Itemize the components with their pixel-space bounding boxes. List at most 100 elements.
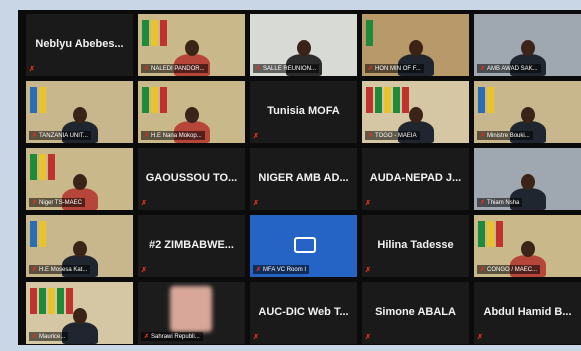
participant-caption: ✗ AMB AWAD SAK... xyxy=(477,64,541,73)
mic-muted-icon: ✗ xyxy=(480,133,486,139)
flag-decoration xyxy=(160,20,167,46)
participant-name: Maurice... xyxy=(39,334,66,340)
participant-tile[interactable]: ✗ HON MIN OF F... xyxy=(362,14,469,76)
participant-name: Simone ABALA xyxy=(375,306,456,318)
flag-decoration xyxy=(39,221,46,247)
mic-muted-icon: ✗ xyxy=(253,133,259,140)
participant-caption: ✗ Sahrawi Republi... xyxy=(141,332,203,341)
participant-caption: ✗ TOGO - MAEIA xyxy=(365,131,420,140)
participant-head xyxy=(73,308,87,324)
participant-caption: ✗ CONGO / MAEC... xyxy=(477,265,541,274)
flag-decoration xyxy=(30,221,37,247)
participant-name: TOGO - MAEIA xyxy=(375,133,417,139)
zoom-logo xyxy=(294,237,316,253)
flag-decoration xyxy=(142,87,149,113)
flag-decoration xyxy=(384,87,391,113)
participant-name: NALEDI PANDOR... xyxy=(151,66,205,72)
mic-muted-icon: ✗ xyxy=(365,267,371,274)
participant-name: SALLE REUNION... xyxy=(263,66,317,72)
participant-tile[interactable]: NIGER AMB AD... ✗ xyxy=(250,148,357,210)
participant-tile[interactable]: ✗ AMB AWAD SAK... xyxy=(474,14,581,76)
participant-tile[interactable]: ✗ Niger TS-MAEC xyxy=(26,148,133,210)
mic-muted-icon: ✗ xyxy=(144,66,150,72)
mic-muted-icon: ✗ xyxy=(253,334,259,341)
participant-caption: ✗ H.E Mosesa Kat... xyxy=(29,265,91,274)
participant-name: GAOUSSOU TO... xyxy=(145,172,238,184)
participant-head xyxy=(297,40,311,56)
participant-tile[interactable]: ✗ NALEDI PANDOR... xyxy=(138,14,245,76)
participant-caption: ✗ Ministre Bouki... xyxy=(477,131,533,140)
participant-tile[interactable]: ✗ Thiam Nsha xyxy=(474,148,581,210)
mic-muted-icon: ✗ xyxy=(141,200,147,207)
participant-head xyxy=(409,40,423,56)
participant-tile[interactable]: Hilina Tadesse ✗ xyxy=(362,215,469,277)
participant-head xyxy=(521,40,535,56)
flag-decoration xyxy=(57,288,64,314)
participant-tile[interactable]: ✗ SALLE REUNION... xyxy=(250,14,357,76)
participant-tile[interactable]: Tunisia MOFA ✗ xyxy=(250,81,357,143)
flag-decoration xyxy=(48,154,55,180)
participant-grid: Neblyu Abebes... ✗ ✗ NALEDI PANDOR... ✗ SALLE… xyxy=(26,14,581,344)
participant-tile[interactable]: GAOUSSOU TO... ✗ xyxy=(138,148,245,210)
flag-decoration xyxy=(366,20,373,46)
flag-decoration xyxy=(48,288,55,314)
participant-name: HON MIN OF F... xyxy=(375,66,421,72)
participant-tile[interactable]: ✗ TANZANIA UNIT... xyxy=(26,81,133,143)
participant-tile[interactable]: ✗ H.E Mosesa Kat... xyxy=(26,215,133,277)
flag-decoration xyxy=(402,87,409,113)
mic-muted-icon: ✗ xyxy=(32,267,38,273)
mic-muted-icon: ✗ xyxy=(256,267,262,273)
participant-tile[interactable]: ✗ Ministre Bouki... xyxy=(474,81,581,143)
participant-name: TANZANIA UNIT... xyxy=(39,133,88,139)
mic-muted-icon: ✗ xyxy=(141,267,147,274)
participant-name: Thiam Nsha xyxy=(487,200,520,206)
participant-name: Ministre Bouki... xyxy=(487,133,530,139)
participant-tile[interactable]: AUDA-NEPAD J... ✗ xyxy=(362,148,469,210)
participant-name: AUDA-NEPAD J... xyxy=(369,172,462,184)
participant-caption: ✗ Thiam Nsha xyxy=(477,198,523,207)
participant-tile[interactable]: ✗ CONGO / MAEC... xyxy=(474,215,581,277)
participant-tile[interactable]: ✗ H.E Nana Mokop... xyxy=(138,81,245,143)
participant-name: MFA VC Room I xyxy=(263,267,307,273)
participant-name: Neblyu Abebes... xyxy=(35,38,124,50)
flag-decoration xyxy=(151,20,158,46)
participant-tile[interactable]: Neblyu Abebes... ✗ xyxy=(26,14,133,76)
mic-muted-icon: ✗ xyxy=(368,66,374,72)
participant-name: Sahrawi Republi... xyxy=(151,334,200,340)
participant-name: NIGER AMB AD... xyxy=(258,172,349,184)
flag-decoration xyxy=(487,221,494,247)
participant-caption: ✗ H.E Nana Mokop... xyxy=(141,131,205,140)
mic-muted-icon: ✗ xyxy=(32,200,38,206)
participant-tile[interactable]: #2 ZIMBABWE... ✗ xyxy=(138,215,245,277)
participant-name: #2 ZIMBABWE... xyxy=(149,239,234,251)
participant-head xyxy=(73,241,87,257)
participant-head xyxy=(185,107,199,123)
mic-muted-icon: ✗ xyxy=(365,200,371,207)
participant-head xyxy=(521,174,535,190)
blurred-video xyxy=(170,286,212,332)
zoom-gallery-window: Neblyu Abebes... ✗ ✗ NALEDI PANDOR... ✗ SALLE… xyxy=(18,10,581,345)
participant-name: H.E Nana Mokop... xyxy=(151,133,202,139)
flag-decoration xyxy=(478,221,485,247)
flag-decoration xyxy=(496,221,503,247)
participant-head xyxy=(73,174,87,190)
participant-tile[interactable]: ✗ Sahrawi Republi... xyxy=(138,282,245,344)
flag-decoration xyxy=(160,87,167,113)
mic-muted-icon: ✗ xyxy=(480,200,486,206)
participant-tile[interactable]: ✗ MFA VC Room I xyxy=(250,215,357,277)
participant-tile[interactable]: Simone ABALA ✗ xyxy=(362,282,469,344)
mic-muted-icon: ✗ xyxy=(144,133,150,139)
participant-caption: ✗ NALEDI PANDOR... xyxy=(141,64,208,73)
mic-muted-icon: ✗ xyxy=(29,66,35,73)
flag-decoration xyxy=(66,288,73,314)
participant-tile[interactable]: AUC-DIC Web T... ✗ xyxy=(250,282,357,344)
mic-muted-icon: ✗ xyxy=(480,267,486,273)
participant-head xyxy=(73,107,87,123)
flag-decoration xyxy=(39,288,46,314)
participant-name: Tunisia MOFA xyxy=(267,105,340,117)
participant-head xyxy=(409,107,423,123)
participant-tile[interactable]: Abdul Hamid B... ✗ xyxy=(474,282,581,344)
participant-tile[interactable]: ✗ TOGO - MAEIA xyxy=(362,81,469,143)
mic-muted-icon: ✗ xyxy=(32,334,38,340)
participant-tile[interactable]: ✗ Maurice... xyxy=(26,282,133,344)
